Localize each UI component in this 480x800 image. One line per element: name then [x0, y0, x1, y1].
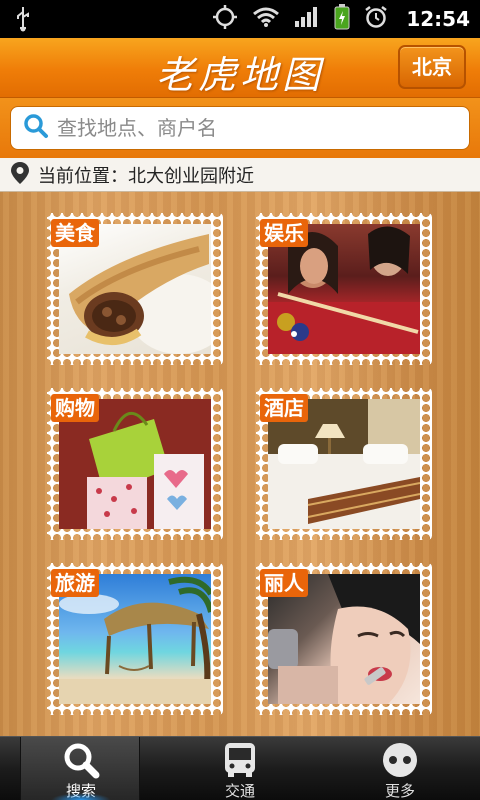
wifi-icon	[252, 6, 280, 32]
category-entertainment[interactable]: 娱乐	[256, 213, 432, 365]
category-label: 购物	[51, 394, 99, 422]
search-input[interactable]	[57, 116, 447, 140]
alarm-icon	[364, 5, 388, 33]
bottom-nav: 搜索 交通 更多	[0, 736, 480, 800]
clock: 12:54	[406, 7, 470, 31]
category-label: 娱乐	[260, 219, 308, 247]
category-travel[interactable]: 旅游	[47, 563, 223, 715]
city-button[interactable]: 北京	[398, 45, 466, 89]
current-location-text: 当前位置：北大创业园附近	[38, 165, 254, 187]
search-icon	[61, 741, 101, 779]
usb-icon	[14, 6, 32, 36]
category-shopping[interactable]: 购物	[47, 388, 223, 540]
category-label: 丽人	[260, 569, 308, 597]
nav-label: 更多	[384, 782, 415, 800]
category-grid: 美食 娱乐 购物 酒店 旅游 丽人	[0, 192, 480, 736]
search-area	[0, 98, 480, 158]
search-icon	[23, 113, 49, 143]
location-pin-icon	[10, 161, 30, 189]
category-food[interactable]: 美食	[47, 213, 223, 365]
category-label: 美食	[51, 219, 99, 247]
location-bar: 当前位置：北大创业园附近	[0, 158, 480, 192]
status-bar: 12:54	[0, 0, 480, 38]
nav-label: 交通	[224, 782, 255, 800]
category-label: 酒店	[260, 394, 308, 422]
battery-icon	[334, 4, 350, 34]
app-header: 老虎地图 北京	[0, 38, 480, 98]
nav-label: 搜索	[65, 782, 96, 800]
nav-more[interactable]: 更多	[340, 737, 460, 800]
gps-icon	[212, 4, 238, 34]
nav-search[interactable]: 搜索	[20, 737, 140, 800]
category-label: 旅游	[51, 569, 99, 597]
category-beauty[interactable]: 丽人	[256, 563, 432, 715]
search-box[interactable]	[10, 106, 470, 150]
nav-transit[interactable]: 交通	[180, 737, 300, 800]
signal-icon	[294, 6, 320, 32]
bus-icon	[220, 741, 260, 779]
category-hotel[interactable]: 酒店	[256, 388, 432, 540]
more-icon	[380, 741, 420, 779]
